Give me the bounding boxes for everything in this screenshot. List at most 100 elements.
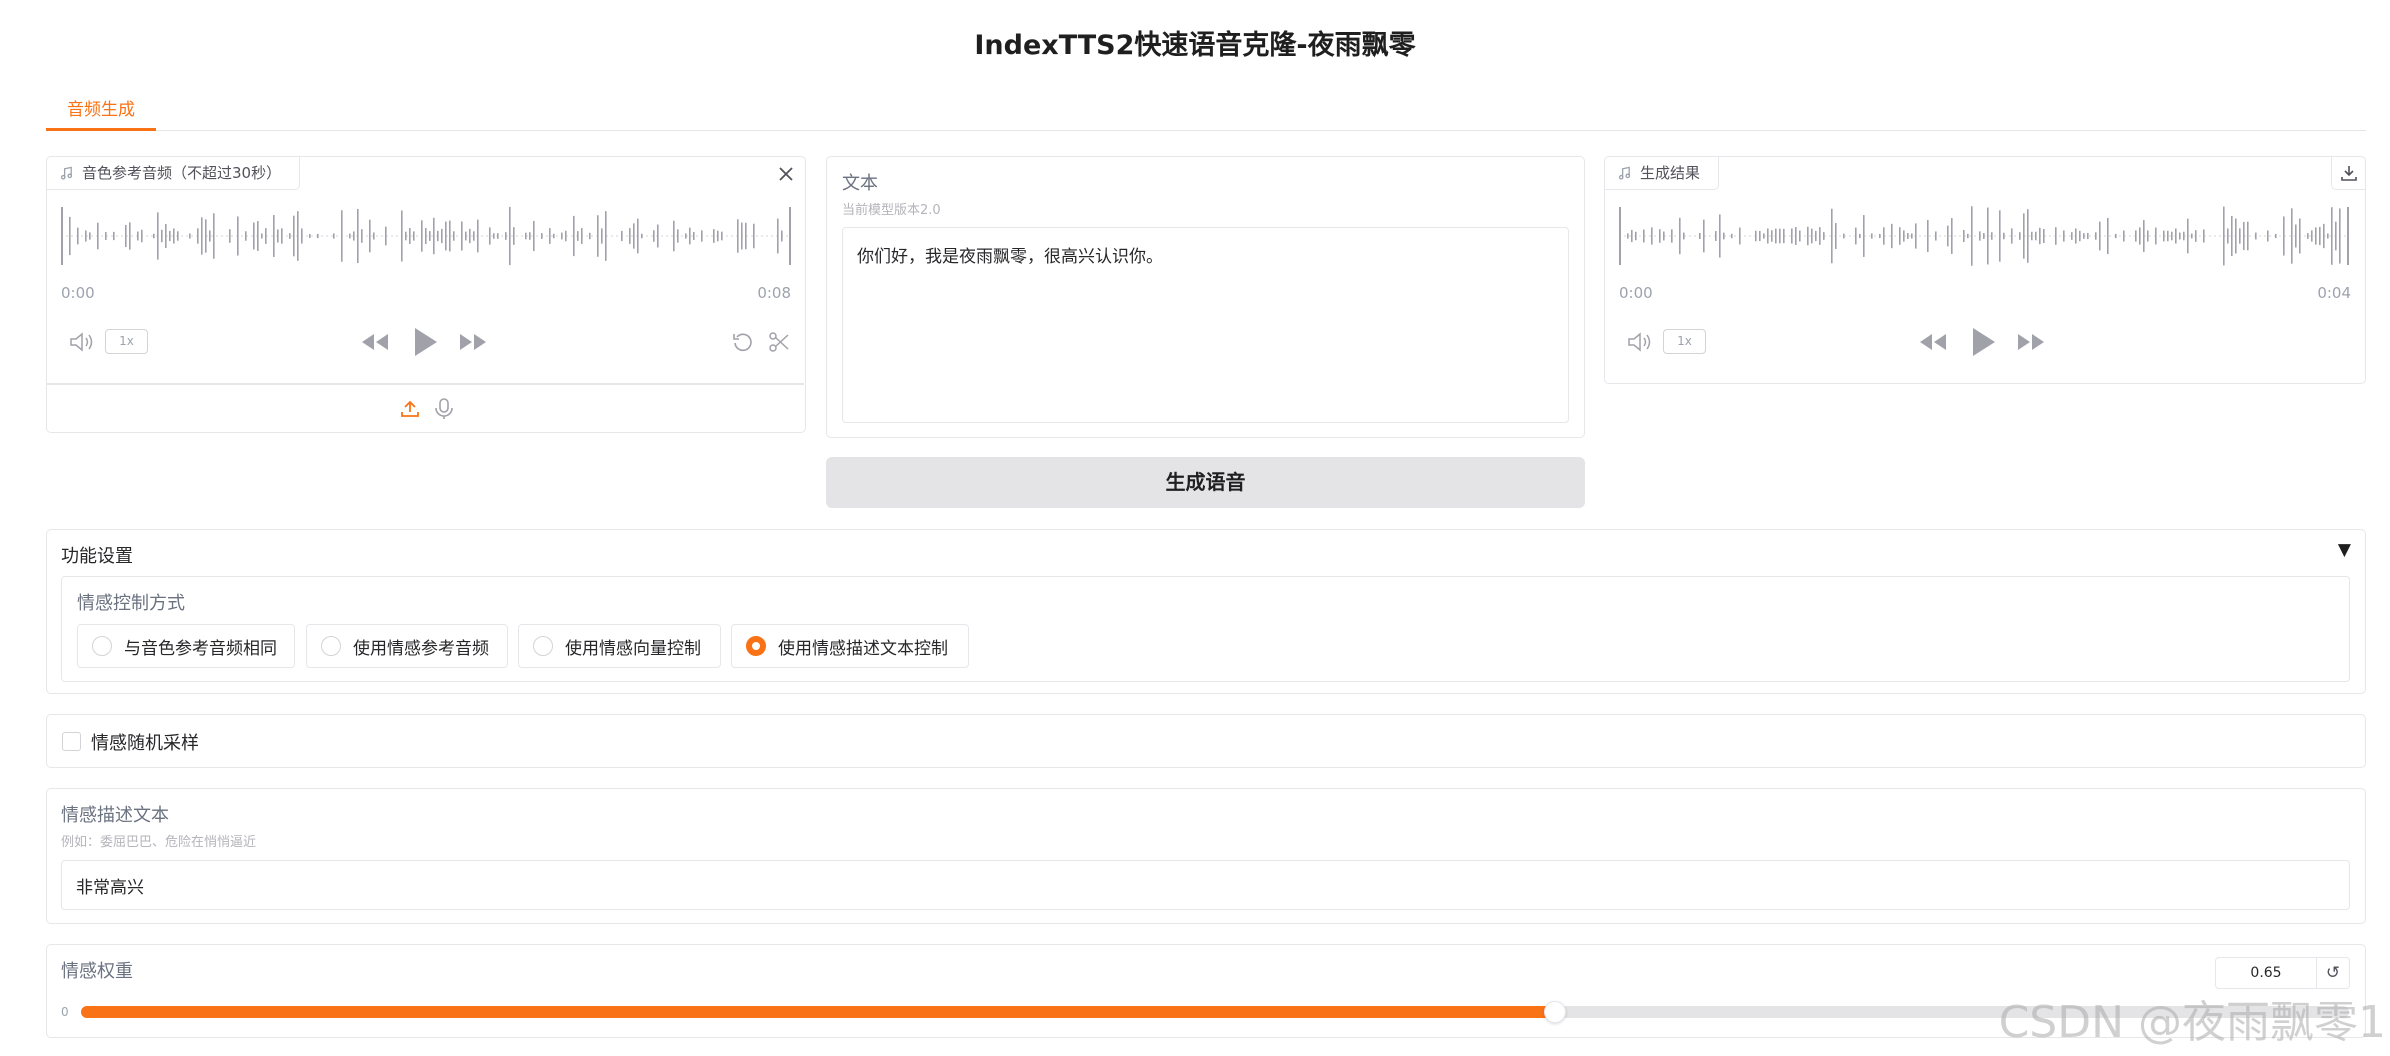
reset-icon[interactable] [729, 329, 757, 355]
result-time-end: 0:04 [2317, 284, 2351, 302]
collapse-toggle-icon[interactable]: ▼ [2338, 540, 2351, 560]
radio-option-emotion-reference-audio[interactable]: 使用情感参考音频 [306, 624, 508, 668]
playback-rate-button[interactable]: 1x [105, 329, 148, 354]
radio-option-same-as-reference[interactable]: 与音色参考音频相同 [77, 624, 295, 668]
waveform-bar [637, 218, 639, 254]
playback-rate-button[interactable]: 1x [1663, 329, 1706, 354]
waveform-bar [2183, 231, 2185, 241]
waveform-bar [2075, 228, 2077, 244]
radio-option-label: 使用情感向量控制 [565, 638, 701, 659]
reset-weight-button[interactable]: ↺ [2317, 957, 2350, 989]
radio-circle[interactable] [92, 636, 112, 656]
waveform-bar [653, 230, 655, 242]
waveform-bar [1771, 230, 1773, 242]
waveform-bar [1663, 231, 1665, 241]
volume-icon[interactable] [67, 329, 97, 355]
upload-icon[interactable] [397, 394, 423, 424]
waveform-bar [1699, 232, 1701, 240]
waveform-bar [741, 222, 743, 250]
waveform-bar [105, 232, 107, 240]
waveform-bar [2027, 209, 2029, 263]
text-panel: 文本 当前模型版本2.0 你们好，我是夜雨飘零，很高兴认识你。 [826, 156, 1585, 438]
waveform-bar [2139, 227, 2141, 245]
result-waveform[interactable] [1619, 203, 2349, 269]
waveform-bar [1951, 218, 1953, 254]
radio-circle[interactable] [533, 636, 553, 656]
play-icon[interactable] [1967, 323, 2001, 361]
waveform-bar [433, 217, 435, 255]
tab-audio-generation[interactable]: 音频生成 [46, 92, 156, 131]
play-icon[interactable] [409, 323, 443, 361]
waveform-bar [2223, 206, 2225, 266]
waveform-bar [2147, 230, 2149, 242]
waveform-bar [1903, 230, 1905, 242]
text-input[interactable]: 你们好，我是夜雨飘零，很高兴认识你。 [842, 227, 1569, 423]
settings-accordion: 功能设置 ▼ 情感控制方式 [46, 529, 2366, 694]
waveform-bar [1811, 228, 1813, 244]
waveform-bar [577, 231, 579, 241]
result-audio-label: 生成结果 [1605, 157, 1720, 190]
waveform-bar [1999, 210, 2001, 262]
waveform-bar [2227, 228, 2229, 244]
reference-audio-label: 音色参考音频（不超过30秒） [47, 157, 301, 190]
waveform-bar [2039, 227, 2041, 245]
waveform-bar [2335, 221, 2337, 251]
waveform-bar [465, 231, 467, 241]
close-icon[interactable] [773, 161, 799, 187]
radio-circle-selected[interactable] [746, 636, 766, 656]
waveform-bar [597, 215, 599, 257]
waveform-bar [2063, 230, 2065, 242]
emotion-weight-slider-thumb[interactable] [1544, 1001, 1567, 1023]
radio-option-emotion-text[interactable]: 使用情感描述文本控制 [731, 624, 969, 668]
volume-icon[interactable] [1625, 329, 1655, 355]
waveform-bar [2011, 228, 2013, 244]
emotion-weight-number[interactable]: 0.65 [2215, 957, 2317, 989]
waveform-bar [2331, 207, 2333, 265]
skip-forward-icon[interactable] [457, 329, 489, 355]
waveform-bar [421, 220, 423, 252]
radio-option-emotion-vector[interactable]: 使用情感向量控制 [518, 624, 721, 668]
waveform-bar [1683, 232, 1685, 240]
waveform-bar [1927, 220, 1929, 252]
waveform-bar [2299, 218, 2301, 254]
waveform-bar [693, 232, 695, 240]
emotion-text-input[interactable]: 非常高兴 [61, 860, 2350, 910]
skip-back-icon[interactable] [1917, 329, 1949, 355]
waveform-bar [1863, 215, 1865, 257]
waveform-bar [2087, 232, 2089, 240]
waveform-bar [1715, 231, 1717, 241]
waveform-bar [477, 219, 479, 253]
waveform-bar [629, 228, 631, 244]
random-sampling-checkbox[interactable] [62, 732, 81, 751]
waveform-bar [273, 214, 275, 258]
waveform-bar [1703, 219, 1705, 253]
scissors-icon[interactable] [765, 329, 793, 355]
skip-forward-icon[interactable] [2015, 329, 2047, 355]
waveform-bar [265, 228, 267, 244]
generate-speech-button[interactable]: 生成语音 [826, 457, 1585, 508]
waveform-bar [2339, 208, 2341, 264]
audio-source-bar [47, 383, 804, 385]
waveform-bar [701, 230, 703, 242]
waveform-bar [2195, 230, 2197, 242]
random-sampling-label[interactable]: 情感随机采样 [91, 729, 199, 755]
radio-circle[interactable] [321, 636, 341, 656]
waveform-bar [2143, 220, 2145, 252]
waveform-bar [2283, 216, 2285, 256]
reference-time-end: 0:08 [757, 284, 791, 302]
download-icon[interactable] [2331, 157, 2365, 190]
reference-waveform[interactable] [61, 203, 791, 269]
microphone-icon[interactable] [431, 394, 457, 424]
music-note-icon [1618, 166, 1631, 180]
waveform-bar [533, 220, 535, 252]
waveform-bar [317, 233, 319, 239]
waveform-bar [1795, 227, 1797, 245]
waveform-bar [445, 221, 447, 251]
waveform-bar [205, 219, 207, 253]
watermark: CSDN @夜雨飘零1 [1998, 997, 2386, 1048]
waveform-bar [129, 222, 131, 250]
waveform-bar [97, 222, 99, 250]
skip-back-icon[interactable] [359, 329, 391, 355]
settings-title[interactable]: 功能设置 [61, 542, 133, 568]
waveform-bar [1823, 232, 1825, 240]
